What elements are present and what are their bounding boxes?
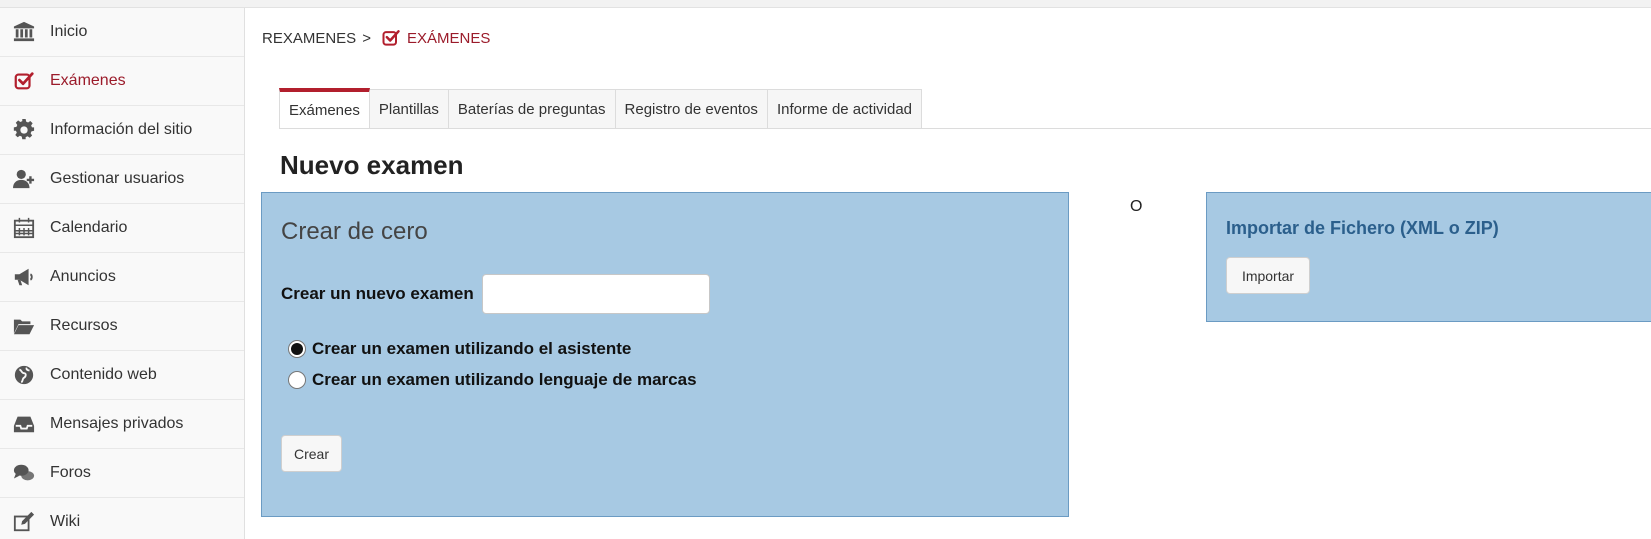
tabs-divider — [279, 128, 1651, 129]
megaphone-icon — [12, 265, 36, 289]
sidebar-item-label: Foros — [50, 464, 91, 481]
breadcrumb-tool-label: EXÁMENES — [406, 29, 491, 47]
tab-bar: Exámenes Plantillas Baterías de pregunta… — [279, 88, 923, 129]
sidebar-item-calendario[interactable]: Calendario — [0, 204, 244, 253]
checkbox-icon — [382, 30, 400, 46]
sidebar-item-label: Exámenes — [50, 72, 126, 89]
import-panel-title: Importar de Fichero (XML o ZIP) — [1226, 218, 1499, 238]
sidebar-item-label: Anuncios — [50, 268, 116, 285]
sidebar-item-label: Gestionar usuarios — [50, 170, 185, 187]
radio-button[interactable] — [288, 371, 306, 389]
page-title: Nuevo examen — [280, 150, 464, 180]
new-exam-label: Crear un nuevo examen — [281, 284, 474, 303]
sidebar-item-label: Wiki — [50, 513, 81, 530]
radio-button-selected[interactable] — [288, 340, 306, 358]
sidebar: Inicio Exámenes Información del sitio Ge… — [0, 8, 245, 539]
sidebar-item-mensajes-privados[interactable]: Mensajes privados — [0, 400, 244, 449]
tab-examenes[interactable]: Exámenes — [279, 88, 370, 129]
sidebar-item-recursos[interactable]: Recursos — [0, 302, 244, 351]
sidebar-item-contenido-web[interactable]: Contenido web — [0, 351, 244, 400]
sidebar-item-examenes[interactable]: Exámenes — [0, 57, 244, 106]
gear-icon — [12, 118, 36, 142]
option-markup-label: Crear un examen utilizando lenguaje de m… — [312, 370, 697, 389]
comments-icon — [12, 461, 36, 485]
sidebar-item-label: Calendario — [50, 219, 128, 236]
sidebar-item-gestionar-usuarios[interactable]: Gestionar usuarios — [0, 155, 244, 204]
or-separator: O — [1130, 198, 1143, 215]
tab-plantillas[interactable]: Plantillas — [369, 89, 449, 129]
sidebar-item-label: Inicio — [50, 23, 88, 40]
edit-icon — [12, 510, 36, 534]
folder-open-icon — [12, 314, 36, 338]
calendar-icon — [12, 216, 36, 240]
globe-icon — [12, 363, 36, 387]
option-markup[interactable]: Crear un examen utilizando lenguaje de m… — [288, 370, 697, 390]
sidebar-item-label: Información del sitio — [50, 121, 193, 138]
inbox-icon — [12, 412, 36, 436]
sidebar-item-label: Mensajes privados — [50, 415, 184, 432]
tab-informe-de-actividad[interactable]: Informe de actividad — [767, 89, 923, 129]
breadcrumb-site[interactable]: REXAMENES — [262, 30, 356, 47]
user-plus-icon — [12, 167, 36, 191]
tab-registro-de-eventos[interactable]: Registro de eventos — [615, 89, 768, 129]
tab-baterias-de-preguntas[interactable]: Baterías de preguntas — [448, 89, 616, 129]
breadcrumb: REXAMENES > EXÁMENES — [262, 26, 490, 50]
top-bar — [0, 0, 1651, 8]
sidebar-item-wiki[interactable]: Wiki — [0, 498, 244, 539]
breadcrumb-separator: > — [362, 29, 371, 47]
breadcrumb-tool[interactable]: EXÁMENES — [381, 28, 490, 48]
sidebar-item-anuncios[interactable]: Anuncios — [0, 253, 244, 302]
sidebar-item-label: Contenido web — [50, 366, 157, 383]
import-panel: Importar de Fichero (XML o ZIP) Importar — [1206, 192, 1651, 322]
create-from-scratch-panel: Crear de cero Crear un nuevo examen Crea… — [261, 192, 1069, 517]
sidebar-item-inicio[interactable]: Inicio — [0, 8, 244, 57]
sidebar-item-label: Recursos — [50, 317, 118, 334]
sidebar-item-foros[interactable]: Foros — [0, 449, 244, 498]
bank-icon — [12, 20, 36, 44]
create-button[interactable]: Crear — [281, 435, 342, 472]
new-exam-name-input[interactable] — [482, 274, 710, 314]
checkbox-icon — [12, 69, 36, 93]
import-button[interactable]: Importar — [1226, 257, 1310, 294]
sidebar-item-informacion[interactable]: Información del sitio — [0, 106, 244, 155]
create-panel-title: Crear de cero — [281, 218, 428, 245]
option-wizard[interactable]: Crear un examen utilizando el asistente — [288, 339, 631, 359]
option-wizard-label: Crear un examen utilizando el asistente — [312, 339, 632, 358]
